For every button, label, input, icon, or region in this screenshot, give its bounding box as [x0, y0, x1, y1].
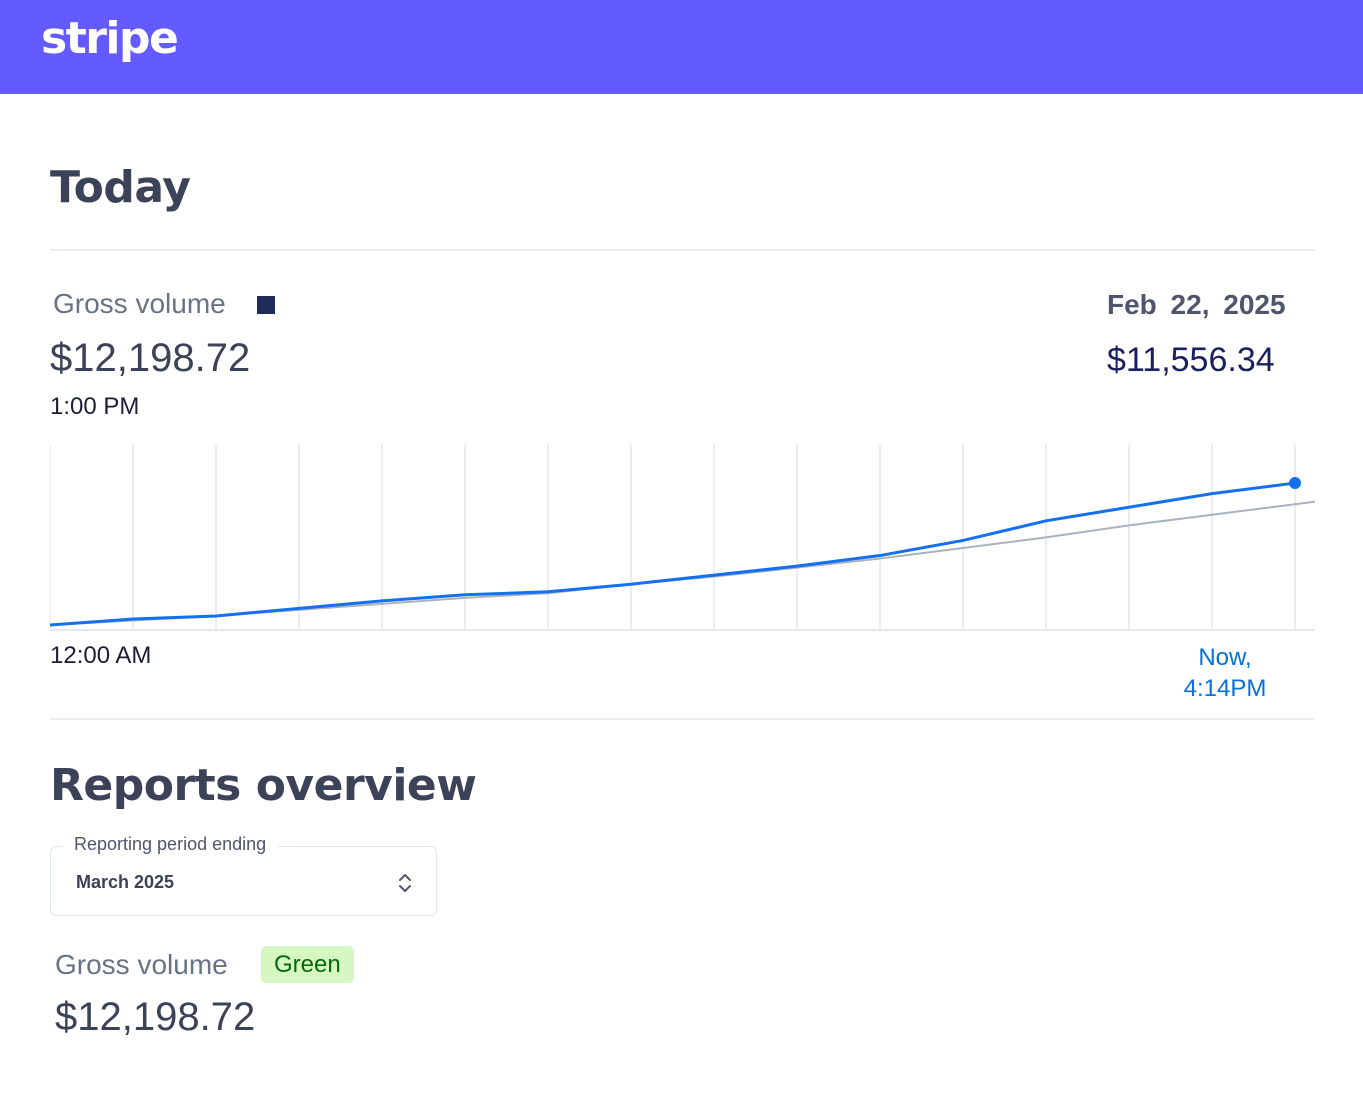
reports-overview-heading: Reports overview [50, 760, 477, 811]
axis-end-label-line2: 4:14PM [1183, 675, 1267, 702]
reporting-period-label: Reporting period ending [62, 834, 279, 855]
series-line-comparison [50, 500, 1315, 626]
stripe-logo[interactable]: stripe [41, 13, 179, 64]
compare-date: Feb 22, 2025 [1107, 289, 1286, 320]
status-badge: Green [261, 946, 354, 983]
hover-time-label: 1:00 PM [50, 393, 140, 420]
reporting-period-value[interactable]: March 2025 [76, 872, 174, 893]
compare-amount: $11,556.34 [1107, 341, 1275, 379]
chart-grid [50, 444, 1296, 630]
reports-gross-volume-amount: $12,198.72 [55, 995, 256, 1039]
gross-volume-chart[interactable] [50, 444, 1315, 634]
divider [50, 249, 1315, 251]
chevron-up-down-icon[interactable] [396, 871, 414, 895]
gross-volume-label: Gross volume [53, 288, 226, 319]
reports-gross-volume-label: Gross volume [55, 949, 228, 980]
axis-end-label-line1: Now, [1198, 644, 1252, 671]
current-point-marker[interactable] [1289, 477, 1301, 490]
legend-square-icon [257, 296, 275, 314]
axis-start-label: 12:00 AM [50, 642, 152, 669]
axis-end-label: Now, 4:14PM [1170, 642, 1280, 704]
divider [50, 718, 1315, 720]
series-line-today [50, 481, 1296, 627]
today-heading: Today [50, 162, 191, 213]
gross-volume-amount: $12,198.72 [50, 336, 251, 380]
top-bar: stripe [0, 0, 1363, 94]
